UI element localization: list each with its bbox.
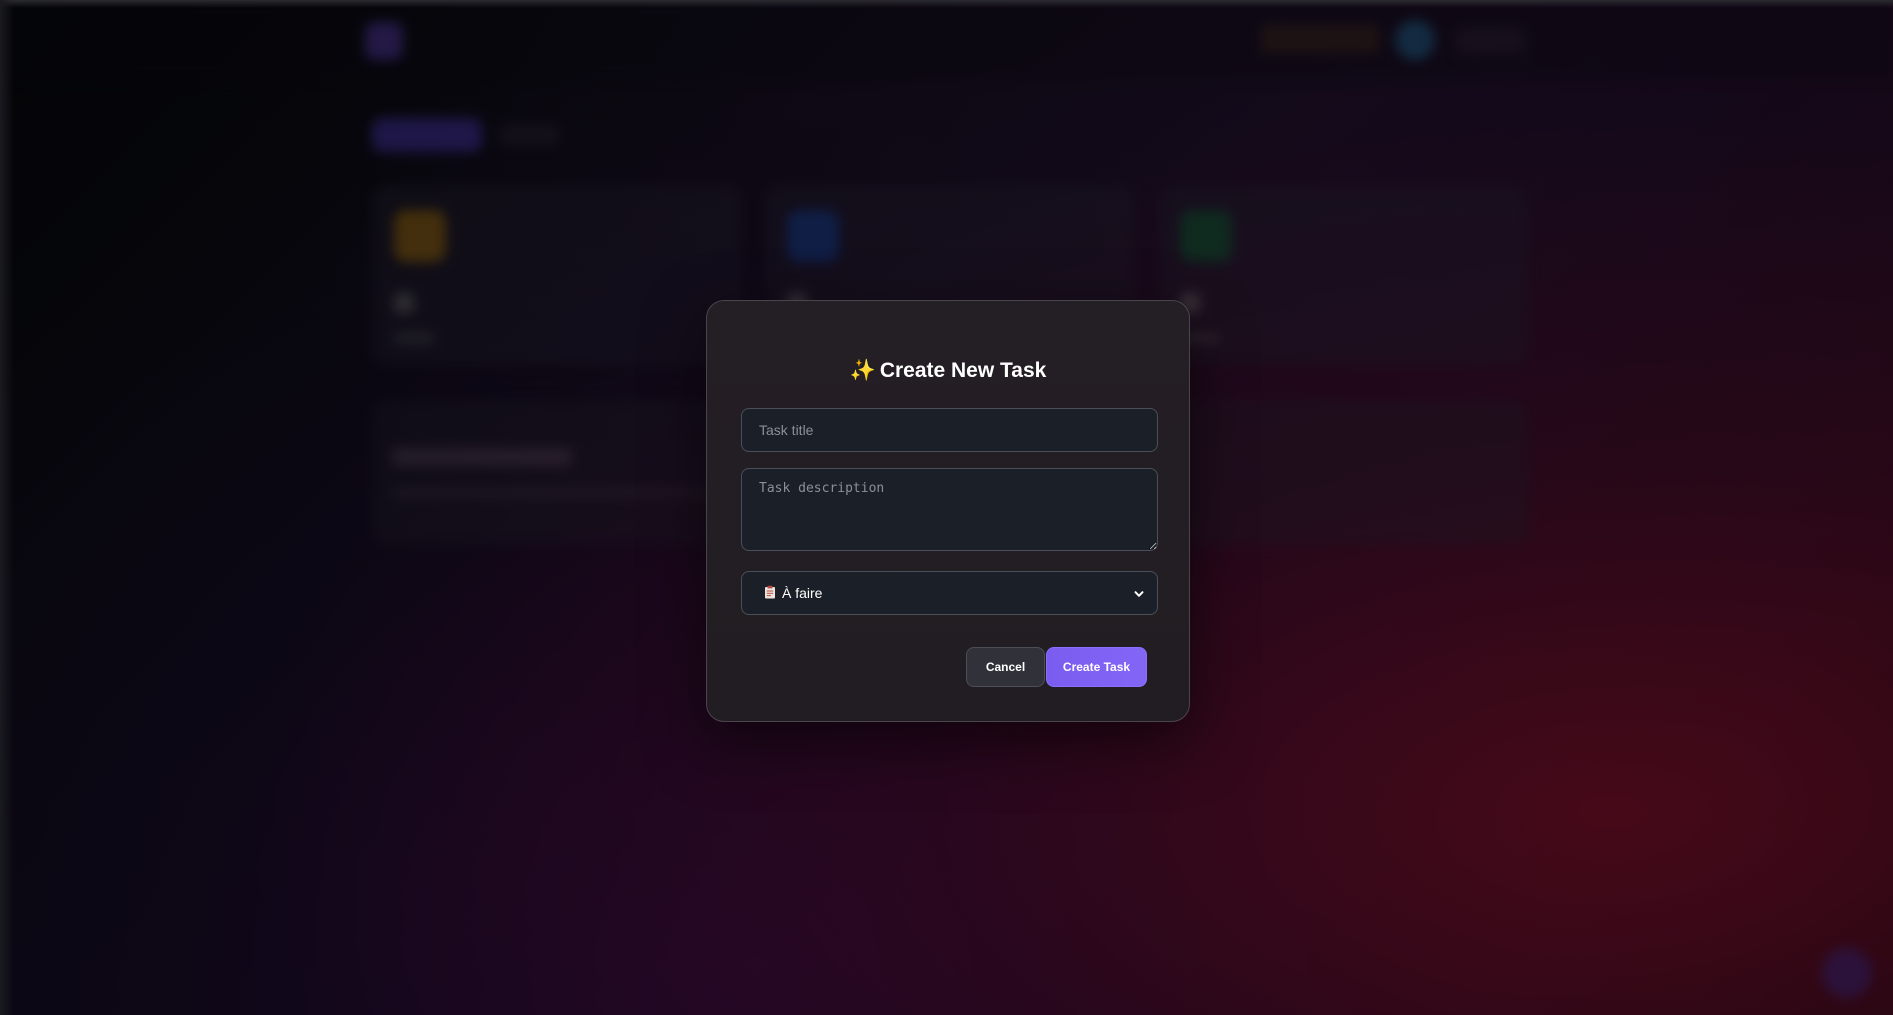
window-left-edge [0,0,14,1015]
task-description-input[interactable] [741,468,1158,551]
cancel-button[interactable]: Cancel [966,647,1045,687]
create-task-button[interactable]: Create Task [1046,647,1147,687]
status-select[interactable]: À faire [741,571,1158,615]
modal-title: ✨ Create New Task [707,359,1189,383]
task-title-input[interactable] [741,408,1158,452]
modal-title-text: Create New Task [879,359,1047,382]
chevron-down-icon [1133,587,1145,599]
clipboard-icon [764,585,776,602]
status-select-value: À faire [782,585,823,601]
create-task-modal: ✨Create New Task À faire Cancel Create T… [706,300,1190,722]
window-top-edge [0,0,1893,8]
sparkle-icon: ✨ [849,359,876,382]
